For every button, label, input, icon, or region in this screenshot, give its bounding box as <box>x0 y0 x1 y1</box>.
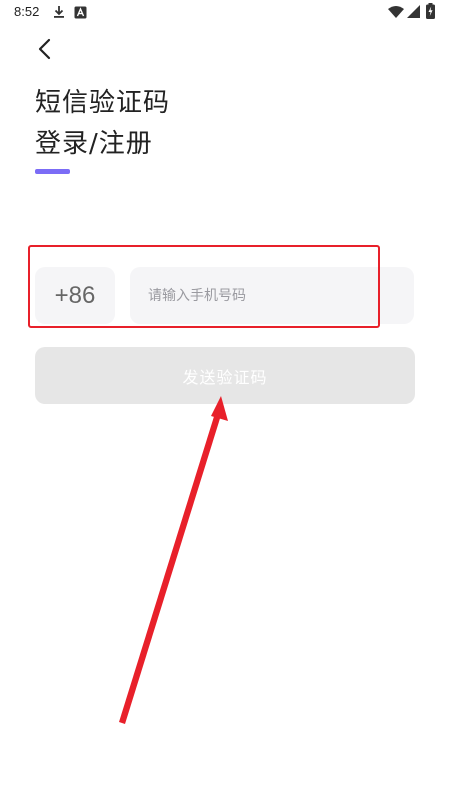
phone-number-input[interactable] <box>130 267 414 324</box>
android-a-icon <box>74 4 87 23</box>
wifi-icon <box>388 4 404 23</box>
send-code-button[interactable]: 发送验证码 <box>35 347 415 404</box>
signal-icon <box>407 4 421 23</box>
back-button[interactable] <box>30 34 60 64</box>
chevron-left-icon <box>30 38 60 68</box>
battery-icon <box>426 3 435 23</box>
download-icon <box>52 4 66 23</box>
status-time: 8:52 <box>14 4 40 19</box>
page-title-line-2: 登录/注册 <box>35 129 153 159</box>
page-title-line-1: 短信验证码 <box>35 88 171 118</box>
title-accent-bar <box>35 169 70 174</box>
status-bar: 8:52 <box>0 0 450 24</box>
country-code-selector[interactable]: +86 <box>35 267 115 324</box>
